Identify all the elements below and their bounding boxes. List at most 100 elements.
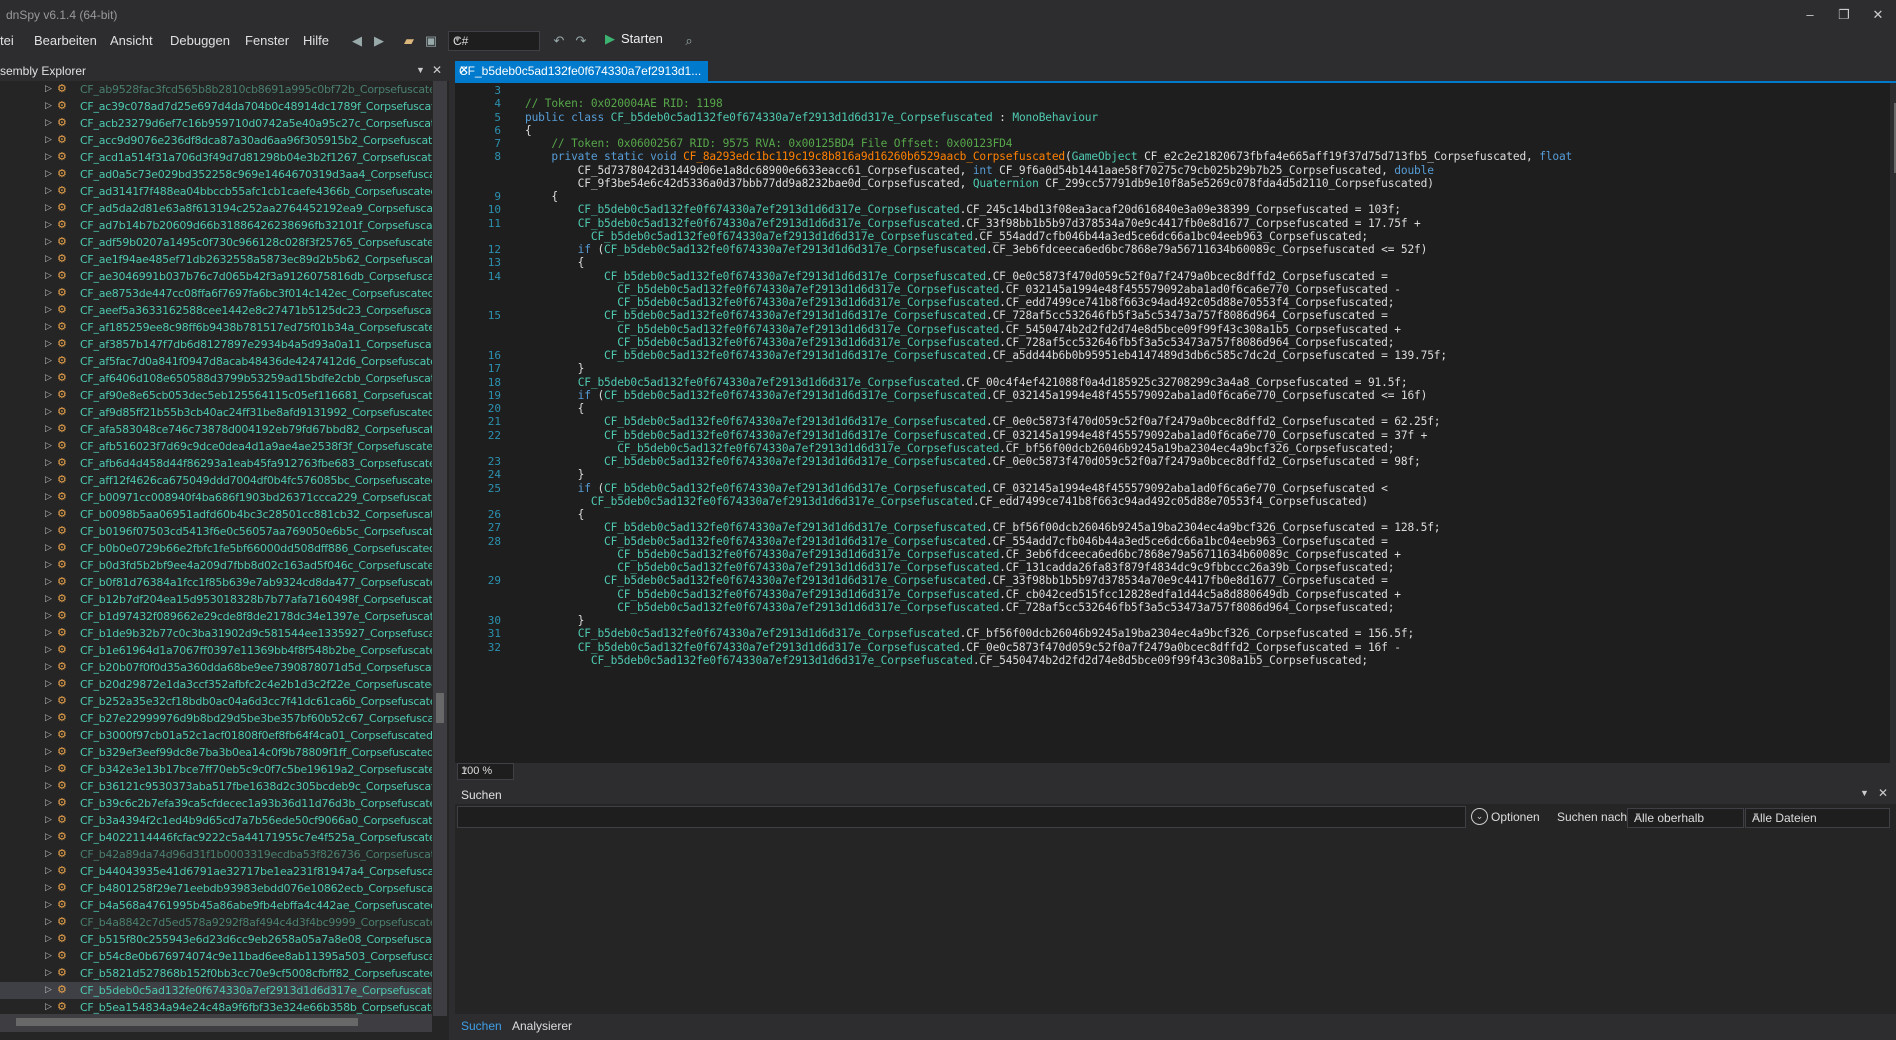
tree-item[interactable]: ▷ ⚙ CF_b0f81d76384a1fcc1f85b639e7ab9324cd8…: [0, 574, 432, 591]
menu-fenster[interactable]: Fenster: [245, 33, 289, 48]
code-line[interactable]: {: [525, 124, 532, 137]
code-line[interactable]: }: [525, 468, 585, 481]
tree-item[interactable]: ▷ ⚙ CF_b515f80c255943e6d23d6cc9eb2658a05a7…: [0, 931, 432, 948]
tree-item[interactable]: ▷ ⚙ CF_adf59b0207a1495c0f730c966128c028f3f…: [0, 234, 432, 251]
code-editor[interactable]: 3 4 // Token: 0x020004AE RID: 1198 5 public …: [455, 83, 1896, 763]
tree-item[interactable]: ▷ ⚙ CF_ae1f94ae485ef71db2632558a5873ec89d2…: [0, 251, 432, 268]
tree-item[interactable]: ▷ ⚙ CF_ae8753de447cc08ffa6f7697fa6bc3f014c…: [0, 285, 432, 302]
back-icon[interactable]: ◀: [348, 32, 366, 50]
tree-item[interactable]: ▷ ⚙ CF_ad5da2d81e63a8f613194c252aa27644521…: [0, 200, 432, 217]
expand-arrow-icon[interactable]: ▷: [45, 933, 53, 945]
tree-item[interactable]: ▷ ⚙ CF_b12b7df204ea15d953018328b7b77afa716…: [0, 591, 432, 608]
tree-item[interactable]: ▷ ⚙ CF_afb6d4d458d44f86293a1eab45fa912763f…: [0, 455, 432, 472]
expand-arrow-icon[interactable]: ▷: [45, 355, 53, 367]
expand-arrow-icon[interactable]: ▷: [45, 695, 53, 707]
code-line[interactable]: CF_b5deb0c5ad132fe0f674330a7ef2913d1d6d3…: [525, 654, 1368, 667]
tree-item[interactable]: ▷ ⚙ CF_b36121c9530373aba517fbe1638d2c305bc…: [0, 778, 432, 795]
expand-arrow-icon[interactable]: ▷: [45, 270, 53, 282]
code-line[interactable]: CF_b5deb0c5ad132fe0f674330a7ef2913d1d6d3…: [525, 270, 1388, 283]
expand-arrow-icon[interactable]: ▷: [45, 763, 53, 775]
tree-item[interactable]: ▷ ⚙ CF_af6406d108e650588d3799b53259ad15bdf…: [0, 370, 432, 387]
tree-item[interactable]: ▷ ⚙ CF_acc9d9076e236df8dca87a30ad6aa96f305…: [0, 132, 432, 149]
code-line[interactable]: CF_b5deb0c5ad132fe0f674330a7ef2913d1d6d3…: [525, 641, 1401, 654]
tree-item[interactable]: ▷ ⚙ CF_b3a4394f2c1ed4b9d65cd7a7b56ede50cf9…: [0, 812, 432, 829]
code-line[interactable]: CF_b5deb0c5ad132fe0f674330a7ef2913d1d6d3…: [525, 429, 1427, 442]
tree-item[interactable]: ▷ ⚙ CF_b42a89da74d96d31f1b0003319ecdba53f8…: [0, 846, 432, 863]
expand-arrow-icon[interactable]: ▷: [45, 865, 53, 877]
tree-item[interactable]: ▷ ⚙ CF_ad0a5c73e029bd352258c969e1464670319…: [0, 166, 432, 183]
expand-arrow-icon[interactable]: ▷: [45, 525, 53, 537]
expand-arrow-icon[interactable]: ▷: [45, 151, 53, 163]
tree-item[interactable]: ▷ ⚙ CF_b0d3fd5b2bf9ee4a209d7fbb8d02c163ad5…: [0, 557, 432, 574]
expand-arrow-icon[interactable]: ▷: [45, 83, 53, 95]
expand-arrow-icon[interactable]: ▷: [45, 474, 53, 486]
expand-arrow-icon[interactable]: ▷: [45, 712, 53, 724]
tree-item[interactable]: ▷ ⚙ CF_b20b07f0f0d35a360dda68be9ee73908780…: [0, 659, 432, 676]
tree-item[interactable]: ▷ ⚙ CF_b4a8842c7d5ed578a9292f8af494c4d3f4b…: [0, 914, 432, 931]
expand-arrow-icon[interactable]: ▷: [45, 168, 53, 180]
expand-arrow-icon[interactable]: ▷: [45, 406, 53, 418]
expand-arrow-icon[interactable]: ▷: [45, 542, 53, 554]
code-line[interactable]: CF_b5deb0c5ad132fe0f674330a7ef2913d1d6d3…: [525, 323, 1401, 336]
tree-item[interactable]: ▷ ⚙ CF_b1e61964d1a7067ff0397e11369bb4f8f54…: [0, 642, 432, 659]
expand-arrow-icon[interactable]: ▷: [45, 644, 53, 656]
code-line[interactable]: CF_b5deb0c5ad132fe0f674330a7ef2913d1d6d3…: [525, 601, 1394, 614]
code-line[interactable]: if (CF_b5deb0c5ad132fe0f674330a7ef2913d1…: [525, 243, 1428, 256]
code-line[interactable]: CF_b5deb0c5ad132fe0f674330a7ef2913d1d6d3…: [525, 283, 1401, 296]
tree-item[interactable]: ▷ ⚙ CF_afa583048ce746c73878d004192eb79fd67…: [0, 421, 432, 438]
tree-item[interactable]: ▷ ⚙ CF_afb516023f7d69c9dce0dea4d1a9ae4ae25…: [0, 438, 432, 455]
expand-arrow-icon[interactable]: ▷: [45, 576, 53, 588]
tree-item[interactable]: ▷ ⚙ CF_b20d29872e1da3ccf352afbfc2c4e2b1d3c…: [0, 676, 432, 693]
menu-bearbeiten[interactable]: Bearbeiten: [34, 33, 97, 48]
code-line[interactable]: private static void CF_8a293edc1bc119c19…: [525, 150, 1572, 163]
code-line[interactable]: CF_b5deb0c5ad132fe0f674330a7ef2913d1d6d3…: [525, 574, 1388, 587]
expand-arrow-icon[interactable]: ▷: [45, 967, 53, 979]
expand-arrow-icon[interactable]: ▷: [45, 729, 53, 741]
expand-arrow-icon[interactable]: ▷: [45, 746, 53, 758]
restore-button[interactable]: ❐: [1830, 4, 1858, 26]
tree-item[interactable]: ▷ ⚙ CF_aff12f4626ca675049ddd7004df0b4fc576…: [0, 472, 432, 489]
document-tab[interactable]: CF_b5deb0c5ad132fe0f674330a7ef2913d1... …: [455, 61, 708, 81]
expand-arrow-icon[interactable]: ▷: [45, 508, 53, 520]
forward-icon[interactable]: ▶: [370, 32, 388, 50]
expand-arrow-icon[interactable]: ▷: [45, 780, 53, 792]
search-scope-select[interactable]: Alle oberhalb ▼: [1627, 808, 1744, 828]
expand-arrow-icon[interactable]: ▷: [45, 185, 53, 197]
tree-item[interactable]: ▷ ⚙ CF_af185259ee8c98ff6b9438b781517ed75f0…: [0, 319, 432, 336]
code-line[interactable]: CF_5d7378042d31449d06e1a8dc68900e6633eac…: [525, 164, 1434, 177]
tree-item[interactable]: ▷ ⚙ CF_ad3141f7f488ea04bbccb55afc1cb1caefe…: [0, 183, 432, 200]
expand-arrow-icon[interactable]: ▷: [45, 559, 53, 571]
tree-item[interactable]: ▷ ⚙ CF_b0196f07503cd5413f6e0c56057aa769050…: [0, 523, 432, 540]
tree-item[interactable]: ▷ ⚙ CF_ad7b14b7b20609d66b31886426238696fb3…: [0, 217, 432, 234]
code-line[interactable]: }: [525, 362, 585, 375]
tree-item[interactable]: ▷ ⚙ CF_b27e22999976d9b8bd29d5be3be357bf60b…: [0, 710, 432, 727]
code-line[interactable]: CF_b5deb0c5ad132fe0f674330a7ef2913d1d6d3…: [525, 296, 1394, 309]
close-tab-icon[interactable]: ✕: [459, 63, 704, 77]
expand-arrow-icon[interactable]: ▷: [45, 814, 53, 826]
tree-item[interactable]: ▷ ⚙ CF_b1de9b32b77c0c3ba31902d9c581544ee13…: [0, 625, 432, 642]
redo-icon[interactable]: ↷: [572, 32, 590, 50]
code-line[interactable]: // Token: 0x020004AE RID: 1198: [525, 97, 723, 110]
tab-suchen[interactable]: Suchen: [461, 1019, 502, 1033]
expand-arrow-icon[interactable]: ▷: [45, 984, 53, 996]
tree-item[interactable]: ▷ ⚙ CF_af5fac7d0a841f0947d8acab48436de4247…: [0, 353, 432, 370]
expand-arrow-icon[interactable]: ▷: [45, 117, 53, 129]
menu-ansicht[interactable]: Ansicht: [110, 33, 153, 48]
tab-analysierer[interactable]: Analysierer: [512, 1019, 572, 1033]
start-button[interactable]: ▶ Starten: [605, 31, 663, 51]
code-line[interactable]: CF_b5deb0c5ad132fe0f674330a7ef2913d1d6d3…: [525, 309, 1388, 322]
tree-item[interactable]: ▷ ⚙ CF_acd1a514f31a706d3f49d7d81298b04e3b2…: [0, 149, 432, 166]
expand-arrow-icon[interactable]: ▷: [45, 304, 53, 316]
expand-arrow-icon[interactable]: ▷: [45, 253, 53, 265]
code-line[interactable]: CF_b5deb0c5ad132fe0f674330a7ef2913d1d6d3…: [525, 455, 1421, 468]
tree-item[interactable]: ▷ ⚙ CF_acb23279d6ef7c16b959710d0742a5e40a9…: [0, 115, 432, 132]
expand-arrow-icon[interactable]: ▷: [45, 338, 53, 350]
tree-item[interactable]: ▷ ⚙ CF_b4022114446fcfac9222c5a44171955c7e4…: [0, 829, 432, 846]
code-line[interactable]: {: [525, 402, 585, 415]
close-panel-icon[interactable]: ✕: [1878, 786, 1888, 800]
expand-arrow-icon[interactable]: ▷: [45, 202, 53, 214]
expand-arrow-icon[interactable]: ▷: [45, 627, 53, 639]
tree-item[interactable]: ▷ ⚙ CF_b54c8e0b676974074c9e11bad6ee8ab1139…: [0, 948, 432, 965]
expand-arrow-icon[interactable]: ▷: [45, 219, 53, 231]
tree-item[interactable]: ▷ ⚙ CF_b00971cc008940f4ba686f1903bd26371cc…: [0, 489, 432, 506]
